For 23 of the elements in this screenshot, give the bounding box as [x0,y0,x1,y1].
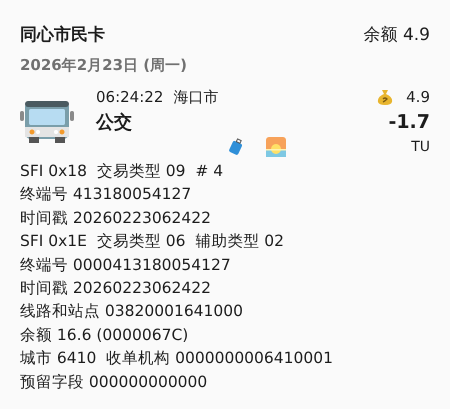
card-title: 同心市民卡 [20,24,105,46]
money-bag-icon [376,88,394,106]
sunrise-icon [266,137,286,157]
detail-line: 时间戳 20260223062422 [20,278,212,300]
date-heading: 2026年2月23日 (周一) [20,56,188,76]
detail-line: 终端号 0000413180054127 [20,254,232,276]
transaction-time: 06:24:22 [96,88,164,106]
transaction-amount: -1.7 [388,110,430,135]
detail-line: SFI 0x18 交易类型 09 # 4 [20,161,224,182]
detail-line: 城市 6410 收单机构 0000000006410001 [20,348,334,370]
transaction-category: 公交 [96,111,133,135]
suitcase-icon [228,138,244,156]
detail-line: 终端号 413180054127 [20,184,192,206]
detail-line: SFI 0x1E 交易类型 06 辅助类型 02 [20,231,285,252]
detail-line: 余额 16.6 (0000067C) [20,324,190,346]
detail-line: 线路和站点 03820001641000 [20,301,244,322]
currency-label: TU [411,138,430,157]
detail-line: 时间戳 20260223062422 [20,208,212,229]
card-balance: 余额 4.9 [364,24,430,46]
balance-after: 4.9 [406,88,430,106]
transaction-city: 海口市 [173,88,218,106]
bus-icon [20,99,74,145]
detail-line: 预留字段 000000000000 [20,372,208,393]
